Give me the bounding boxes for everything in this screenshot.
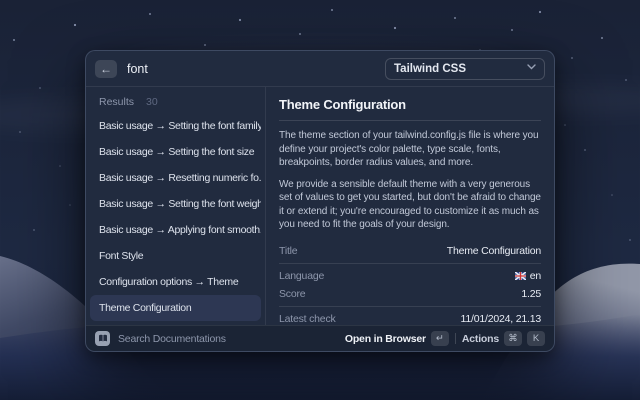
search-documentations-window: ← font Tailwind CSS Results 30 Basic usa…: [85, 50, 555, 352]
metadata-label: Title: [279, 245, 297, 257]
metadata-label: Language: [279, 270, 324, 282]
command-key-badge: ⌘: [504, 331, 522, 346]
metadata-label: Latest check: [279, 313, 336, 325]
open-in-browser-action[interactable]: Open in Browser ↵: [345, 331, 449, 346]
metadata-row-title: Title Theme Configuration: [279, 242, 541, 260]
language-value: en: [530, 270, 541, 282]
actions-menu-button[interactable]: Actions ⌘ K: [462, 331, 545, 346]
results-label: Results: [99, 96, 134, 108]
metadata-row-language: Language en: [279, 267, 541, 285]
documentations-app-icon: [95, 331, 110, 346]
footer-divider: [455, 333, 456, 344]
page-title: Theme Configuration: [279, 93, 541, 121]
description-paragraph: The theme section of your tailwind.confi…: [279, 129, 541, 170]
metadata-group: Title Theme Configuration: [279, 242, 541, 263]
list-item-selected[interactable]: Theme Configuration: [90, 295, 261, 321]
list-item[interactable]: Basic usage → Applying font smooth...: [90, 217, 261, 243]
detail-panel: Theme Configuration The theme section of…: [266, 87, 554, 325]
metadata-table: Title Theme Configuration Language: [279, 242, 541, 326]
list-item[interactable]: Basic usage → Setting the font size: [90, 139, 261, 165]
dropdown-value: Tailwind CSS: [394, 63, 466, 75]
window-content: Results 30 Basic usage → Setting the fon…: [86, 87, 554, 325]
back-arrow-icon: ←: [100, 62, 112, 76]
documentation-source-dropdown[interactable]: Tailwind CSS: [385, 58, 545, 80]
metadata-value: 1.25: [521, 288, 541, 300]
metadata-value: 11/01/2024, 21.13: [461, 313, 541, 325]
chevron-down-icon: [527, 62, 536, 73]
metadata-label: Score: [279, 288, 305, 300]
metadata-value: en: [515, 270, 541, 282]
back-button[interactable]: ←: [95, 60, 117, 78]
open-in-browser-label: Open in Browser: [345, 333, 426, 345]
metadata-value: Theme Configuration: [447, 245, 541, 257]
results-header: Results 30: [86, 90, 265, 113]
action-bar: Search Documentations Open in Browser ↵ …: [86, 325, 554, 351]
metadata-row-score: Score 1.25: [279, 285, 541, 303]
app-name-label: Search Documentations: [118, 333, 226, 345]
metadata-group: Language en: [279, 263, 541, 306]
list-item[interactable]: Configuration options → Theme: [90, 269, 261, 295]
list-item[interactable]: Basic usage → Setting the font weight: [90, 191, 261, 217]
metadata-row-latest-check: Latest check 11/01/2024, 21.13: [279, 310, 541, 326]
k-key-badge: K: [527, 331, 545, 346]
results-count: 30: [146, 96, 158, 108]
actions-label: Actions: [462, 333, 499, 345]
list-item[interactable]: Basic usage → Setting the font family: [90, 113, 261, 139]
search-input[interactable]: font: [127, 62, 148, 76]
list-item[interactable]: Font Style: [90, 243, 261, 269]
uk-flag-icon: [515, 272, 526, 280]
enter-key-badge: ↵: [431, 331, 449, 346]
list-item[interactable]: Basic usage → Resetting numeric fo...: [90, 165, 261, 191]
metadata-group: Latest check 11/01/2024, 21.13 Source ta…: [279, 306, 541, 326]
footer-actions: Open in Browser ↵ Actions ⌘ K: [345, 331, 545, 346]
results-list: Results 30 Basic usage → Setting the fon…: [86, 87, 266, 325]
search-bar: ← font Tailwind CSS: [86, 51, 554, 87]
description-paragraph: We provide a sensible default theme with…: [279, 178, 541, 232]
